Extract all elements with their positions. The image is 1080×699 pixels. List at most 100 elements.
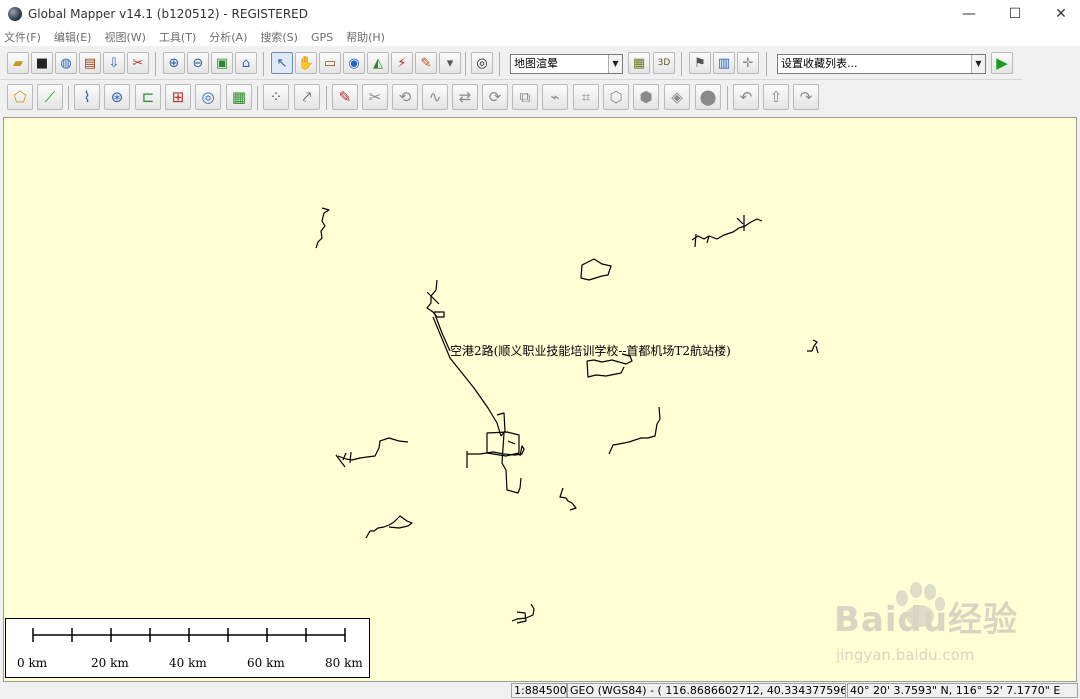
road-segment: [426, 279, 445, 318]
toolbar-separator: [68, 86, 69, 110]
play-icon[interactable]: ▶: [991, 52, 1013, 74]
status-geo-coords: GEO (WGS84) - ( 116.8686602712, 40.33437…: [567, 683, 846, 698]
3d-icon[interactable]: 3D: [653, 52, 675, 74]
digitizer-icon[interactable]: ↖: [271, 52, 293, 74]
digitizer-toolbar: ⬠ ⟋ ⌇ ⊛ ⊏ ⊞ ◎ ▦ ⁘ ⤤ ✎ ✂ ⟲ ∿ ⇄ ⟳ ⧉ ⌁ ⌗ ⬡ …: [0, 81, 830, 115]
crop-icon[interactable]: ⌗: [573, 84, 599, 110]
tower-icon[interactable]: ⚡: [391, 52, 413, 74]
shader-select-value: 地图渲晕: [514, 57, 558, 70]
road-label: 空港2路(顺义职业技能培训学校--首都机场T2航站楼): [450, 344, 731, 358]
crosshair-icon[interactable]: ✛: [737, 52, 759, 74]
globe-app-icon: [8, 7, 22, 21]
toolbar-separator: [263, 52, 264, 76]
fill-icon[interactable]: ⬤: [695, 84, 721, 110]
smooth-icon[interactable]: ∿: [422, 84, 448, 110]
status-bar: 1:884500 GEO (WGS84) - ( 116.8686602712,…: [0, 682, 1080, 699]
road-segment: [365, 515, 413, 539]
path-profile-icon[interactable]: ◭: [367, 52, 389, 74]
close-button[interactable]: ✕: [1038, 0, 1080, 28]
merge-icon[interactable]: ⧉: [512, 84, 538, 110]
toolbar-separator: [257, 86, 258, 110]
redo-edit-icon[interactable]: ↷: [793, 84, 819, 110]
road-segment: [608, 406, 661, 455]
scale-label-60: 60 km: [247, 656, 285, 670]
toolbar-separator: [465, 52, 466, 76]
road-segment: [807, 339, 819, 354]
menu-tools[interactable]: 工具(T): [159, 29, 196, 45]
road-segment: [516, 611, 527, 624]
map-view[interactable]: 空港2路(顺义职业技能培训学校--首都机场T2航站楼) 0 km 20 km 4…: [3, 117, 1077, 682]
scale-label-20: 20 km: [91, 656, 129, 670]
maximize-button[interactable]: ☐: [992, 0, 1038, 28]
zoom-in-icon[interactable]: ⊕: [163, 52, 185, 74]
move-vertex-icon[interactable]: ⤤: [294, 84, 320, 110]
pan-hand-icon[interactable]: ✋: [295, 52, 317, 74]
toolbar-separator: [766, 52, 767, 76]
3d-view-icon[interactable]: ◉: [343, 52, 365, 74]
notes-icon[interactable]: ▥: [713, 52, 735, 74]
road-segment: [580, 258, 612, 281]
simplify-icon[interactable]: ⌁: [542, 84, 568, 110]
upload-icon[interactable]: ⇧: [763, 84, 789, 110]
road-segment: [691, 218, 763, 241]
watermark-text: Baidu经验: [834, 600, 1019, 640]
create-area-icon[interactable]: ⬠: [7, 84, 33, 110]
create-line-icon[interactable]: ⟋: [37, 84, 63, 110]
vertex-icon[interactable]: ⁘: [263, 84, 289, 110]
intersect-icon[interactable]: ⬢: [633, 84, 659, 110]
menu-analysis[interactable]: 分析(A): [209, 29, 247, 45]
create-circle-icon[interactable]: ⊛: [104, 84, 130, 110]
menu-edit[interactable]: 编辑(E): [54, 29, 92, 45]
home-icon[interactable]: ⌂: [235, 52, 257, 74]
status-dms-coords: 40° 20' 3.7593" N, 116° 52' 7.1770" E: [847, 683, 1078, 698]
zoom-extent-icon[interactable]: ▣: [211, 52, 233, 74]
measure-icon[interactable]: ▭: [319, 52, 341, 74]
baidu-watermark: Baidu经验 jingyan.baidu.com: [830, 582, 1040, 681]
application-window: Global Mapper v14.1 (b120512) - REGISTER…: [0, 0, 1080, 699]
menu-gps[interactable]: GPS: [311, 31, 333, 44]
shader-config-icon[interactable]: ▦: [628, 52, 650, 74]
create-point-icon[interactable]: ⌇: [74, 84, 100, 110]
road-segment: [315, 207, 330, 249]
road-segment: [337, 437, 409, 461]
menu-file[interactable]: 文件(F): [4, 29, 41, 45]
map-layout-icon[interactable]: ▤: [79, 52, 101, 74]
toolbar-separator: [727, 86, 728, 110]
chevron-down-icon[interactable]: ▼: [608, 55, 622, 73]
menu-bar: 文件(F) 编辑(E) 视图(W) 工具(T) 分析(A) 搜索(S) GPS …: [0, 28, 1080, 46]
split-icon[interactable]: ✂: [362, 84, 388, 110]
open-folder-icon[interactable]: ▰: [7, 52, 29, 74]
export-icon[interactable]: ⇩: [103, 52, 125, 74]
join-icon[interactable]: ⟲: [392, 84, 418, 110]
tools-icon[interactable]: ✂: [127, 52, 149, 74]
save-icon[interactable]: ■: [31, 52, 53, 74]
shader-select[interactable]: 地图渲晕 ▼: [510, 54, 623, 74]
menu-help[interactable]: 帮助(H): [346, 29, 385, 45]
menu-search[interactable]: 搜索(S): [260, 29, 298, 45]
main-toolbar: ▰ ■ ◍ ▤ ⇩ ✂ ⊕ ⊖ ▣ ⌂ ↖ ✋ ▭ ◉ ◭ ⚡ ✎ ▾ ◎ 地图…: [0, 48, 1022, 80]
menu-view[interactable]: 视图(W): [104, 29, 145, 45]
difference-icon[interactable]: ◈: [664, 84, 690, 110]
create-rect-icon[interactable]: ⊏: [135, 84, 161, 110]
road-segment: [559, 487, 577, 511]
union-icon[interactable]: ⬡: [603, 84, 629, 110]
chevron-down-icon[interactable]: ▼: [971, 55, 985, 73]
reverse-icon[interactable]: ⇄: [452, 84, 478, 110]
coordinate-icon[interactable]: ⊞: [165, 84, 191, 110]
minimize-button[interactable]: —: [946, 0, 992, 28]
grid-icon[interactable]: ▦: [226, 84, 252, 110]
rotate-icon[interactable]: ⟳: [482, 84, 508, 110]
buffer-icon[interactable]: ◎: [195, 84, 221, 110]
flag-icon[interactable]: ⚑: [689, 52, 711, 74]
globe-icon[interactable]: ◍: [55, 52, 77, 74]
status-scale: 1:884500: [511, 683, 567, 698]
binoculars-icon[interactable]: ◎: [471, 52, 493, 74]
zoom-out-icon[interactable]: ⊖: [187, 52, 209, 74]
dropdown-icon[interactable]: ▾: [439, 52, 461, 74]
edit-tool-icon[interactable]: ✎: [332, 84, 358, 110]
feature-info-icon[interactable]: ✎: [415, 52, 437, 74]
scale-bar: 0 km 20 km 40 km 60 km 80 km: [5, 618, 370, 678]
toolbar-separator: [681, 52, 682, 76]
undo-edit-icon[interactable]: ↶: [733, 84, 759, 110]
favorites-select[interactable]: 设置收藏列表... ▼: [777, 54, 986, 74]
